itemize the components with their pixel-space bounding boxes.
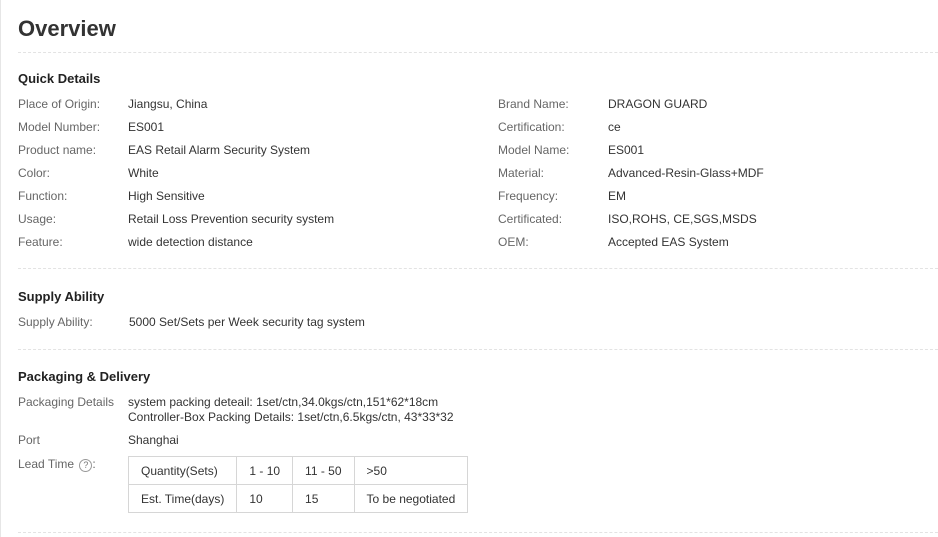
table-cell: Est. Time(days): [127, 484, 238, 513]
supply-ability-heading: Supply Ability: [18, 289, 105, 304]
certificated-label: Certificated:: [498, 212, 563, 226]
table-cell: To be negotiated: [353, 484, 469, 513]
feature-label: Feature:: [18, 235, 63, 249]
lead-time-text: Lead Time: [18, 457, 75, 471]
supply-ability-label: Supply Ability:: [18, 315, 93, 329]
table-cell: 15: [292, 484, 355, 513]
table-cell: 11 - 50: [292, 456, 355, 485]
packaging-details-line1: system packing deteail: 1set/ctn,34.0kgs…: [128, 395, 439, 409]
packaging-details-label: Packaging Details: [18, 395, 115, 409]
function-label: Function:: [18, 189, 68, 203]
page-title: Overview: [18, 16, 116, 41]
certificated-value: ISO,ROHS, CE,SGS,MSDS: [608, 212, 757, 226]
product-name-value: EAS Retail Alarm Security System: [128, 143, 311, 157]
supply-ability-value: 5000 Set/Sets per Week security tag syst…: [129, 315, 365, 329]
port-label: Port: [18, 433, 41, 447]
certification-label: Certification:: [498, 120, 565, 134]
place-of-origin-label: Place of Origin:: [18, 97, 101, 111]
divider: [18, 349, 938, 350]
certification-value: ce: [608, 120, 621, 134]
port-value: Shanghai: [128, 433, 179, 447]
quick-details-heading: Quick Details: [18, 71, 101, 86]
product-name-label: Product name:: [18, 143, 97, 157]
table-cell: 10: [236, 484, 294, 513]
brand-name-value: DRAGON GUARD: [608, 97, 708, 111]
color-label: Color:: [18, 166, 51, 180]
question-icon[interactable]: ?: [79, 459, 93, 472]
left-border: [0, 0, 1, 537]
lead-time-label: Lead Time ?:: [18, 457, 96, 472]
table-row: Quantity(Sets) 1 - 10 11 - 50 >50: [127, 456, 469, 485]
model-name-value: ES001: [608, 143, 645, 157]
model-number-value: ES001: [128, 120, 165, 134]
color-value: White: [128, 166, 159, 180]
usage-label: Usage:: [18, 212, 57, 226]
packaging-delivery-heading: Packaging & Delivery: [18, 369, 151, 384]
frequency-label: Frequency:: [498, 189, 559, 203]
oem-value: Accepted EAS System: [608, 235, 729, 249]
model-name-label: Model Name:: [498, 143, 570, 157]
material-label: Material:: [498, 166, 545, 180]
frequency-value: EM: [608, 189, 626, 203]
model-number-label: Model Number:: [18, 120, 101, 134]
lead-time-table: Quantity(Sets) 1 - 10 11 - 50 >50 Est. T…: [127, 456, 469, 513]
table-cell: >50: [353, 456, 469, 485]
table-row: Est. Time(days) 10 15 To be negotiated: [127, 484, 469, 513]
feature-value: wide detection distance: [128, 235, 253, 249]
packaging-details-line2: Controller-Box Packing Details: 1set/ctn…: [128, 410, 454, 424]
divider: [18, 268, 938, 269]
brand-name-label: Brand Name:: [498, 97, 569, 111]
table-cell: Quantity(Sets): [127, 456, 238, 485]
lead-time-colon: :: [92, 457, 96, 471]
divider: [18, 52, 938, 53]
usage-value: Retail Loss Prevention security system: [128, 212, 335, 226]
divider: [18, 532, 938, 533]
material-value: Advanced-Resin-Glass+MDF: [608, 166, 764, 180]
function-value: High Sensitive: [128, 189, 205, 203]
place-of-origin-value: Jiangsu, China: [128, 97, 208, 111]
table-cell: 1 - 10: [236, 456, 294, 485]
oem-label: OEM:: [498, 235, 529, 249]
